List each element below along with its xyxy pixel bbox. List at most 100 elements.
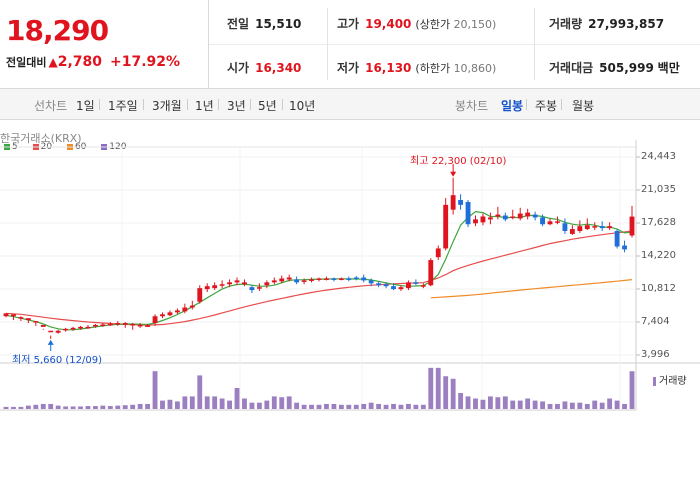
volume-bar — [562, 401, 568, 409]
volume-bar — [227, 400, 232, 409]
volume-bar — [495, 397, 501, 409]
candle-body — [301, 280, 307, 282]
candle-body — [622, 245, 627, 250]
volume-bar — [316, 404, 322, 409]
candle-body — [3, 313, 9, 317]
volume-bar — [391, 403, 396, 409]
volume-bar — [584, 403, 590, 409]
volume-bar — [271, 396, 277, 409]
volume-bar — [450, 378, 456, 409]
volume-bar — [592, 400, 598, 409]
y-tick-label: 24,443 — [641, 151, 676, 162]
candle-body — [532, 214, 538, 218]
volume-bar — [93, 406, 98, 409]
volume-bar — [115, 405, 121, 409]
volume-bar — [368, 402, 374, 409]
volume-bar — [219, 398, 225, 409]
volume-bar — [204, 396, 210, 409]
volume-bar — [428, 367, 434, 409]
candle-body — [391, 286, 396, 290]
candle-body — [480, 216, 486, 223]
volume-bar — [346, 404, 352, 409]
candle-body — [55, 330, 61, 333]
volume-bar — [599, 402, 605, 409]
volume-bar — [309, 404, 314, 409]
volume-bar — [353, 404, 359, 409]
candle-body — [122, 323, 128, 325]
candle-body — [420, 285, 426, 287]
volume-bar — [107, 406, 113, 409]
volume-bar — [614, 400, 620, 409]
volume-bar — [130, 404, 136, 409]
candle-body — [264, 282, 270, 286]
volume-bar — [78, 406, 83, 409]
candle-body — [599, 226, 605, 229]
candle-body — [167, 312, 173, 316]
candle-body — [130, 323, 136, 326]
volume-bar — [63, 406, 69, 409]
volume-bar — [607, 398, 613, 409]
volume-bar — [629, 371, 635, 409]
volume-bar — [11, 406, 16, 409]
volume-bar — [85, 406, 91, 409]
volume-bar — [145, 403, 151, 409]
candle-body — [406, 282, 411, 289]
candle-body — [592, 226, 598, 228]
candle-body — [435, 248, 441, 258]
volume-bar — [458, 393, 464, 409]
candle-body — [495, 214, 501, 217]
candle-body — [100, 324, 106, 326]
candle-body — [450, 195, 456, 210]
candle-body — [346, 278, 352, 280]
volume-bar — [160, 400, 165, 409]
candle-body — [70, 327, 76, 330]
candle-body — [294, 279, 300, 283]
candle-body — [376, 283, 382, 286]
volume-bar — [301, 404, 307, 409]
volume-bar — [167, 399, 173, 409]
candle-body — [40, 324, 46, 327]
volume-bar — [249, 402, 255, 409]
volume-bar — [55, 405, 61, 409]
volume-bar — [376, 403, 382, 409]
volume-bar — [40, 403, 46, 409]
candle-body — [428, 260, 434, 286]
candle-body — [242, 282, 247, 285]
volume-bar — [473, 398, 478, 409]
candle-body — [227, 282, 232, 285]
volume-bar — [361, 403, 367, 409]
candle-body — [204, 286, 210, 290]
volume-bar — [100, 405, 106, 409]
high-arrowhead-icon — [450, 171, 457, 177]
volume-bar — [25, 405, 31, 409]
volume-bar — [547, 403, 553, 409]
y-tick-label: 10,812 — [641, 283, 676, 294]
volume-bar — [137, 403, 143, 409]
candle-body — [11, 314, 16, 317]
candle-body — [271, 280, 277, 283]
volume-bar — [622, 403, 627, 409]
volume-bar — [338, 404, 344, 409]
price-chart[interactable] — [0, 0, 700, 490]
candle-body — [286, 277, 292, 280]
volume-bar — [48, 403, 54, 409]
y-tick-label: 17,628 — [641, 217, 676, 228]
volume-bar — [152, 371, 158, 409]
candle-body — [316, 278, 322, 280]
candle-body — [517, 213, 523, 219]
candle-body — [309, 279, 314, 281]
volume-bar — [256, 402, 262, 409]
volume-bar — [18, 406, 24, 409]
volume-bar — [212, 396, 218, 409]
candle-body — [562, 223, 568, 232]
candle-body — [569, 229, 575, 234]
candle-body — [107, 323, 113, 326]
volume-bar — [264, 400, 270, 409]
candle-body — [614, 231, 620, 247]
volume-bar — [331, 403, 337, 409]
volume-bar — [435, 367, 441, 409]
volume-bar — [242, 398, 247, 409]
volume-bar — [324, 403, 329, 409]
candle-body — [78, 326, 83, 329]
volume-legend: 거래량 — [653, 372, 687, 387]
